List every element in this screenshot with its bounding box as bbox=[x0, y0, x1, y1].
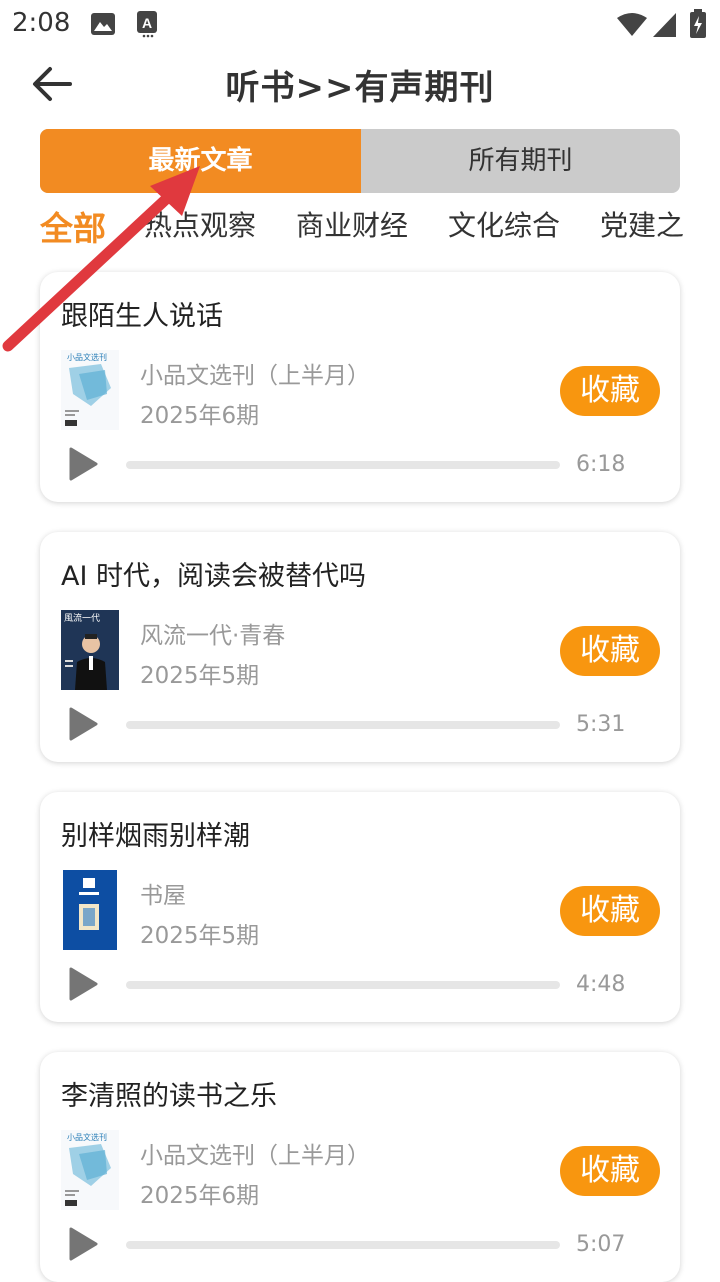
status-time: 2:08 bbox=[12, 8, 71, 38]
category-culture[interactable]: 文化综合 bbox=[448, 204, 560, 244]
article-card[interactable]: AI 时代，阅读会被替代吗 風流一代 风流一代·青春 2025年5期 收藏 5:… bbox=[40, 532, 680, 762]
article-title: AI 时代，阅读会被替代吗 bbox=[61, 561, 367, 592]
wifi-icon bbox=[617, 13, 647, 36]
issue-label: 2025年6期 bbox=[140, 403, 260, 429]
category-business[interactable]: 商业财经 bbox=[296, 204, 408, 244]
image-icon bbox=[91, 13, 115, 35]
publication-name: 风流一代·青春 bbox=[140, 623, 286, 649]
category-all[interactable]: 全部 bbox=[40, 202, 106, 250]
publication-name: 小品文选刊（上半月） bbox=[140, 1143, 370, 1169]
audio-progress-bar[interactable] bbox=[126, 461, 560, 469]
favorite-button[interactable]: 收藏 bbox=[560, 366, 660, 416]
app-header: 听书>>有声期刊 bbox=[0, 48, 720, 120]
magazine-cover-image: 風流一代 bbox=[61, 610, 119, 690]
favorite-button[interactable]: 收藏 bbox=[560, 626, 660, 676]
svg-text:A: A bbox=[142, 15, 152, 31]
article-card[interactable]: 跟陌生人说话 小品文选刊 小品文选刊（上半月） 2025年6期 收藏 6:18 bbox=[40, 272, 680, 502]
segmented-tabs: 最新文章 所有期刊 bbox=[40, 129, 680, 193]
favorite-button[interactable]: 收藏 bbox=[560, 1146, 660, 1196]
magazine-cover-image: 小品文选刊 bbox=[61, 350, 119, 430]
article-title: 别样烟雨别样潮 bbox=[61, 821, 250, 852]
category-party[interactable]: 党建之 bbox=[600, 204, 684, 244]
tab-latest-articles[interactable]: 最新文章 bbox=[40, 129, 361, 193]
publication-name: 小品文选刊（上半月） bbox=[140, 363, 370, 389]
play-icon[interactable] bbox=[66, 706, 100, 742]
magazine-cover-image bbox=[63, 870, 117, 950]
tab-all-periodicals[interactable]: 所有期刊 bbox=[361, 129, 680, 193]
svg-text:小品文选刊: 小品文选刊 bbox=[67, 1132, 107, 1142]
svg-text:風流一代: 風流一代 bbox=[64, 612, 100, 624]
battery-icon bbox=[690, 9, 706, 38]
app-notification-icon: A bbox=[137, 11, 157, 38]
issue-label: 2025年6期 bbox=[140, 1183, 260, 1209]
article-card[interactable]: 别样烟雨别样潮 书屋 2025年5期 收藏 4:48 bbox=[40, 792, 680, 1022]
play-icon[interactable] bbox=[66, 446, 100, 482]
play-icon[interactable] bbox=[66, 1226, 100, 1262]
play-icon[interactable] bbox=[66, 966, 100, 1002]
svg-text:小品文选刊: 小品文选刊 bbox=[67, 352, 107, 362]
duration-label: 5:07 bbox=[576, 1232, 626, 1257]
duration-label: 6:18 bbox=[576, 452, 626, 477]
category-tabs: 全部 热点观察 商业财经 文化综合 党建之 bbox=[0, 200, 720, 250]
audio-progress-bar[interactable] bbox=[126, 721, 560, 729]
duration-label: 4:48 bbox=[576, 972, 626, 997]
duration-label: 5:31 bbox=[576, 712, 626, 737]
issue-label: 2025年5期 bbox=[140, 923, 260, 949]
cellular-signal-icon bbox=[653, 13, 676, 37]
category-hot[interactable]: 热点观察 bbox=[144, 204, 256, 244]
page-title: 听书>>有声期刊 bbox=[225, 68, 495, 108]
article-title: 跟陌生人说话 bbox=[61, 301, 223, 332]
status-bar: 2:08 A bbox=[0, 0, 720, 48]
audio-progress-bar[interactable] bbox=[126, 1241, 560, 1249]
article-card[interactable]: 李清照的读书之乐 小品文选刊 小品文选刊（上半月） 2025年6期 收藏 5:0… bbox=[40, 1052, 680, 1282]
magazine-cover-image: 小品文选刊 bbox=[61, 1130, 119, 1210]
publication-name: 书屋 bbox=[140, 883, 186, 909]
article-title: 李清照的读书之乐 bbox=[61, 1081, 277, 1112]
issue-label: 2025年5期 bbox=[140, 663, 260, 689]
favorite-button[interactable]: 收藏 bbox=[560, 886, 660, 936]
audio-progress-bar[interactable] bbox=[126, 981, 560, 989]
